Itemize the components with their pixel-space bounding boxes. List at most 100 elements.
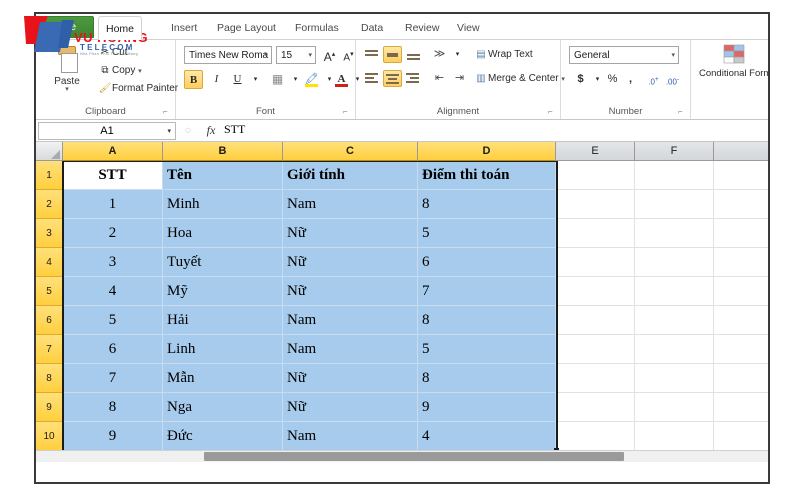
cell-g4[interactable]: [714, 248, 768, 277]
cell-e8[interactable]: [556, 364, 635, 393]
align-center-icon[interactable]: [383, 70, 402, 87]
cell-d6[interactable]: 8: [418, 306, 556, 335]
clipboard-dialog-launcher-icon[interactable]: ⌐: [163, 107, 172, 116]
row-header-6[interactable]: 6: [36, 306, 63, 335]
alignment-dialog-launcher-icon[interactable]: ⌐: [548, 107, 557, 116]
cut-button[interactable]: ✂ Cut: [98, 46, 128, 60]
cell-a6[interactable]: 5: [63, 306, 163, 335]
cell-a1[interactable]: STT: [63, 161, 163, 190]
cell-a9[interactable]: 8: [63, 393, 163, 422]
cell-f1[interactable]: [635, 161, 714, 190]
align-top-icon[interactable]: [362, 46, 381, 63]
horizontal-scrollbar-thumb[interactable]: [204, 452, 624, 461]
font-dialog-launcher-icon[interactable]: ⌐: [343, 107, 352, 116]
cell-c9[interactable]: Nữ: [283, 393, 418, 422]
select-all-corner[interactable]: [36, 142, 63, 161]
formula-input[interactable]: STT: [222, 121, 768, 140]
cell-c3[interactable]: Nữ: [283, 219, 418, 248]
cell-f3[interactable]: [635, 219, 714, 248]
tab-data[interactable]: Data: [354, 16, 390, 40]
name-box[interactable]: A1 ▾: [38, 121, 176, 141]
cell-c10[interactable]: Nam: [283, 422, 418, 451]
cell-d5[interactable]: 7: [418, 277, 556, 306]
cell-b2[interactable]: Minh: [163, 190, 283, 219]
cell-b5[interactable]: Mỹ: [163, 277, 283, 306]
cell-b8[interactable]: Mẫn: [163, 364, 283, 393]
tab-formulas[interactable]: Formulas: [288, 16, 346, 40]
decrease-decimal-icon[interactable]: .00-: [663, 70, 682, 89]
cell-b10[interactable]: Đức: [163, 422, 283, 451]
cell-d4[interactable]: 6: [418, 248, 556, 277]
font-name-chevron-down-icon[interactable]: ▾: [264, 47, 268, 63]
cell-e7[interactable]: [556, 335, 635, 364]
font-size-chevron-down-icon[interactable]: ▾: [308, 47, 312, 63]
cell-e5[interactable]: [556, 277, 635, 306]
cell-d1[interactable]: Điểm thi toán: [418, 161, 556, 190]
tab-review[interactable]: Review: [398, 16, 446, 40]
cell-a4[interactable]: 3: [63, 248, 163, 277]
row-header-4[interactable]: 4: [36, 248, 63, 277]
cell-e2[interactable]: [556, 190, 635, 219]
cell-f6[interactable]: [635, 306, 714, 335]
font-size-input[interactable]: 15 ▾: [276, 46, 316, 64]
wrap-text-button[interactable]: ▤ Wrap Text: [474, 48, 532, 62]
cell-f10[interactable]: [635, 422, 714, 451]
cell-g2[interactable]: [714, 190, 768, 219]
cell-g3[interactable]: [714, 219, 768, 248]
italic-button[interactable]: I: [207, 70, 226, 89]
cell-d8[interactable]: 8: [418, 364, 556, 393]
cell-b7[interactable]: Linh: [163, 335, 283, 364]
merge-center-button[interactable]: ▥ Merge & Center ▾: [474, 72, 565, 87]
percent-icon[interactable]: %: [603, 70, 622, 89]
horizontal-scrollbar[interactable]: [36, 450, 768, 462]
cell-a8[interactable]: 7: [63, 364, 163, 393]
orientation-chevron-down-icon[interactable]: ▾: [448, 45, 467, 64]
column-header-e[interactable]: E: [556, 142, 635, 161]
cell-f8[interactable]: [635, 364, 714, 393]
cell-e6[interactable]: [556, 306, 635, 335]
tab-page-layout[interactable]: Page Layout: [210, 16, 283, 40]
align-middle-icon[interactable]: [383, 46, 402, 63]
cell-f7[interactable]: [635, 335, 714, 364]
row-header-1[interactable]: 1: [36, 161, 63, 190]
column-header-a[interactable]: A: [63, 142, 163, 161]
bold-button[interactable]: B: [184, 70, 203, 89]
format-painter-button[interactable]: 🖌Format Painter: [98, 82, 179, 96]
cell-c8[interactable]: Nữ: [283, 364, 418, 393]
cell-g10[interactable]: [714, 422, 768, 451]
number-dialog-launcher-icon[interactable]: ⌐: [678, 107, 687, 116]
increase-indent-icon[interactable]: ⇥: [450, 69, 469, 88]
underline-chevron-down-icon[interactable]: ▾: [246, 70, 265, 89]
cell-a7[interactable]: 6: [63, 335, 163, 364]
cell-e1[interactable]: [556, 161, 635, 190]
conditional-formatting-button[interactable]: Conditional Formatting: [699, 44, 768, 79]
cell-b3[interactable]: Hoa: [163, 219, 283, 248]
cell-e10[interactable]: [556, 422, 635, 451]
name-box-chevron-down-icon[interactable]: ▾: [167, 123, 171, 141]
cell-e3[interactable]: [556, 219, 635, 248]
paste-dropdown-arrow[interactable]: ▾: [44, 86, 90, 93]
orientation-icon[interactable]: ≫: [430, 45, 449, 64]
align-left-icon[interactable]: [362, 70, 381, 87]
column-header-g[interactable]: [714, 142, 768, 161]
row-header-9[interactable]: 9: [36, 393, 63, 422]
column-header-b[interactable]: B: [163, 142, 283, 161]
font-name-input[interactable]: Times New Roma ▾: [184, 46, 272, 64]
cell-b9[interactable]: Nga: [163, 393, 283, 422]
cell-c1[interactable]: Giới tính: [283, 161, 418, 190]
cell-f4[interactable]: [635, 248, 714, 277]
cell-g8[interactable]: [714, 364, 768, 393]
number-format-select[interactable]: General ▾: [569, 46, 679, 64]
cell-f2[interactable]: [635, 190, 714, 219]
align-right-icon[interactable]: [404, 70, 423, 87]
borders-icon[interactable]: ▦: [268, 70, 287, 89]
cell-g5[interactable]: [714, 277, 768, 306]
cell-d2[interactable]: 8: [418, 190, 556, 219]
comma-style-icon[interactable]: ,: [621, 70, 640, 89]
row-header-5[interactable]: 5: [36, 277, 63, 306]
cell-c6[interactable]: Nam: [283, 306, 418, 335]
cell-c5[interactable]: Nữ: [283, 277, 418, 306]
align-bottom-icon[interactable]: [404, 46, 423, 63]
cell-a3[interactable]: 2: [63, 219, 163, 248]
cell-f5[interactable]: [635, 277, 714, 306]
